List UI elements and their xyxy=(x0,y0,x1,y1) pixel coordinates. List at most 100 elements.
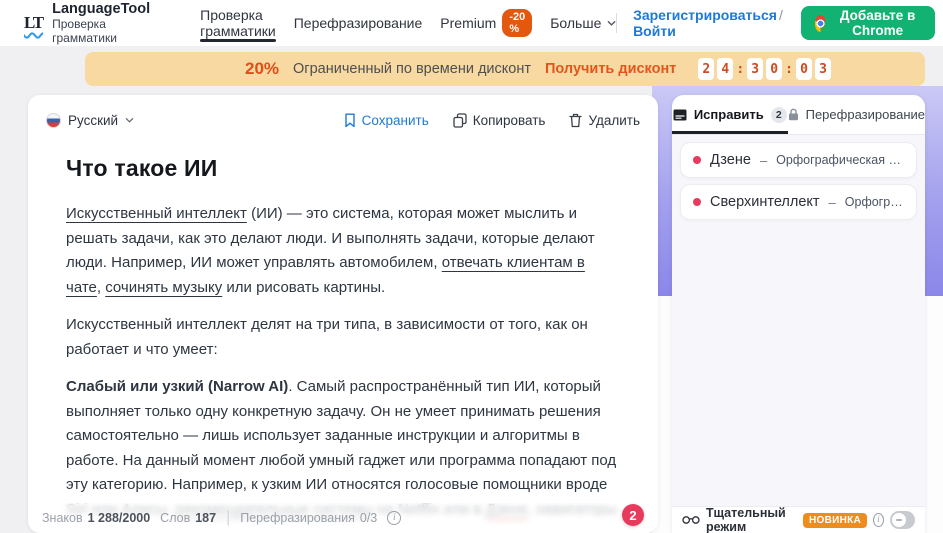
chrome-icon xyxy=(814,14,827,32)
premium-discount-badge: -20 % xyxy=(502,9,533,37)
timer-digit: 0 xyxy=(796,58,812,80)
save-button[interactable]: Сохранить xyxy=(344,113,429,128)
text-segment: . Самый распространённый тип ИИ, который… xyxy=(66,378,617,518)
chevron-down-icon xyxy=(607,19,616,28)
discount-label: Ограниченный по времени дисконт xyxy=(293,61,531,77)
trash-icon xyxy=(569,113,583,128)
bookmark-icon xyxy=(344,113,356,128)
add-to-chrome-label: Добавьте в Chrome xyxy=(839,8,916,38)
timer-digit: 2 xyxy=(698,58,715,80)
editor-toolbar: Русский Сохранить Копировать Удалить xyxy=(28,95,658,135)
text-segment: или рисовать картины. xyxy=(222,278,386,296)
auth-links: Зарегистрироваться/ Войти xyxy=(633,7,785,39)
countdown-timer: 2 4 : 3 0 : 0 3 xyxy=(698,58,831,80)
paragraph: Искусственный интеллект делят на три тип… xyxy=(66,313,622,362)
text-segment: Слабый или узкий (Narrow AI) xyxy=(66,378,289,395)
chars-label: Знаков xyxy=(42,511,83,525)
error-word: Дзене xyxy=(710,152,751,168)
words-value: 187 xyxy=(195,511,217,525)
nav-grammar-label: Проверка грамматики xyxy=(200,7,276,39)
sidebar-tabs: Исправить 2 Перефразирование xyxy=(672,95,925,135)
russian-flag-icon xyxy=(46,112,61,128)
main-nav: Проверка грамматики Перефразирование Pre… xyxy=(200,0,616,46)
timer-digit: 0 xyxy=(766,58,783,80)
lt-logo-icon: LT xyxy=(24,13,44,32)
copy-button[interactable]: Копировать xyxy=(453,112,546,128)
fix-icon xyxy=(673,109,687,121)
logo[interactable]: LT LanguageTool Проверка грамматики xyxy=(24,1,150,45)
paragraph: Искусственный интеллект (ИИ) — это систе… xyxy=(66,202,622,300)
nav-paraphrase-label: Перефразирование xyxy=(293,15,423,31)
error-word: Сверхинтеллект xyxy=(710,194,820,210)
lock-icon xyxy=(788,108,799,121)
text-segment: , xyxy=(96,278,106,296)
tab-fix-badge: 2 xyxy=(770,106,787,123)
timer-digit: 3 xyxy=(747,58,764,80)
error-dash: – xyxy=(759,152,768,168)
chars-value: 1 288/2000 xyxy=(87,511,151,525)
nav-paraphrase[interactable]: Перефразирование xyxy=(294,0,423,46)
paraphrase-count-value: 0/3 xyxy=(359,511,378,525)
error-count-badge[interactable]: 2 xyxy=(622,504,644,526)
save-label: Сохранить xyxy=(361,112,429,128)
suggestions-sidebar: Исправить 2 Перефразирование Дзене – Орф… xyxy=(672,95,925,533)
error-card[interactable]: Дзене – Орфографическая ошибка xyxy=(680,142,917,178)
info-icon[interactable]: i xyxy=(873,513,884,527)
header-divider xyxy=(616,13,618,33)
discount-percent: 20% xyxy=(245,59,280,78)
error-card-list: Дзене – Орфографическая ошибка Сверхинте… xyxy=(672,135,925,506)
timer-digit: 4 xyxy=(717,58,734,80)
timer-digit: 3 xyxy=(815,58,831,80)
auth-separator: / xyxy=(778,7,783,23)
text-segment: сочинять музыку xyxy=(105,278,223,296)
add-to-chrome-button[interactable]: Добавьте в Chrome xyxy=(800,6,935,40)
tab-paraphrase-label: Перефразирование xyxy=(805,107,925,122)
editor-actions: Сохранить Копировать Удалить xyxy=(344,113,640,128)
tab-fix-label: Исправить xyxy=(693,107,764,122)
signup-link[interactable]: Зарегистрироваться xyxy=(633,7,777,23)
logo-title: LanguageTool xyxy=(52,1,151,17)
document-title: Что такое ИИ xyxy=(66,155,218,181)
logo-subtitle: Проверка грамматики xyxy=(52,17,117,45)
language-label: Русский xyxy=(68,112,119,128)
tab-fix[interactable]: Исправить 2 xyxy=(672,95,788,134)
status-divider: | xyxy=(226,509,231,526)
tab-paraphrase[interactable]: Перефразирование xyxy=(788,95,925,134)
info-icon[interactable]: i xyxy=(387,511,402,525)
nav-premium-label: Premium xyxy=(440,15,497,31)
error-dot-icon xyxy=(693,198,701,206)
editor-panel: Русский Сохранить Копировать Удалить Что… xyxy=(28,95,658,533)
text-segment: Искусственный интеллект делят на три тип… xyxy=(66,316,588,358)
language-selector[interactable]: Русский xyxy=(46,112,134,128)
app-header: LT LanguageTool Проверка грамматики Пров… xyxy=(0,0,943,46)
sidebar-footer: Тщательный режим НОВИНКА i xyxy=(672,506,925,533)
nav-premium[interactable]: Premium -20 % xyxy=(440,0,533,46)
nav-grammar-check[interactable]: Проверка грамматики xyxy=(200,0,276,46)
timer-colon: : xyxy=(785,61,793,77)
document-area[interactable]: Что такое ИИ Искусственный интеллект (ИИ… xyxy=(28,135,658,533)
copy-icon xyxy=(453,112,467,128)
paraphrase-count-label: Перефразирования xyxy=(240,511,355,525)
copy-label: Копировать xyxy=(472,112,546,128)
chevron-down-icon xyxy=(125,116,134,125)
error-type: Орфографическая ошибка xyxy=(776,153,904,167)
picky-mode-label: Тщательный режим xyxy=(706,506,786,533)
discount-banner: 20% Ограниченный по времени дисконт Полу… xyxy=(85,52,925,86)
error-dash: – xyxy=(828,194,836,210)
login-link[interactable]: Войти xyxy=(633,23,676,39)
new-feature-badge: НОВИНКА xyxy=(803,512,868,528)
error-card[interactable]: Сверхинтеллект – Орфографическая ош… xyxy=(680,184,917,220)
editor-statusbar: Знаков 1 288/2000 Слов 187 | Перефразиро… xyxy=(28,503,658,533)
nav-more[interactable]: Больше xyxy=(550,0,616,46)
delete-label: Удалить xyxy=(588,112,640,128)
toggle-knob xyxy=(891,513,906,527)
document-body: Искусственный интеллект (ИИ) — это систе… xyxy=(66,202,622,533)
picky-mode-toggle[interactable] xyxy=(889,511,915,529)
paragraph: Слабый или узкий (Narrow AI). Самый расп… xyxy=(66,375,622,522)
timer-colon: : xyxy=(736,61,745,77)
glasses-icon xyxy=(682,515,700,525)
get-discount-link[interactable]: Получить дисконт xyxy=(545,61,676,77)
nav-more-label: Больше xyxy=(550,15,602,31)
delete-button[interactable]: Удалить xyxy=(569,113,640,128)
words-label: Слов xyxy=(160,511,191,525)
